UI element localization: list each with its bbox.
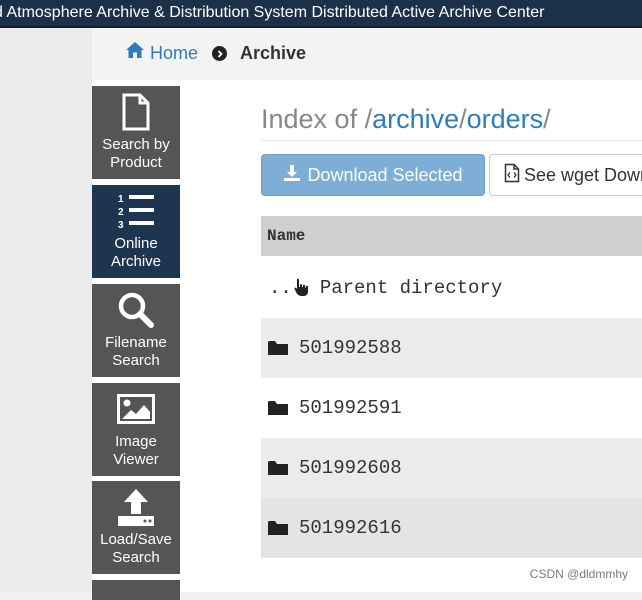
download-icon <box>283 164 301 187</box>
nav-item-partial[interactable] <box>92 580 180 600</box>
home-icon <box>125 41 145 65</box>
download-selected-label: Download Selected <box>307 164 463 185</box>
svg-text:3: 3 <box>118 220 124 230</box>
chevron-right-icon <box>212 46 227 61</box>
upload-icon <box>92 487 180 527</box>
watermark: CSDN @dldmmhy <box>529 567 628 581</box>
table-row[interactable]: 501992608 <box>261 438 642 498</box>
left-gutter <box>0 28 92 592</box>
numbered-list-icon: 1 2 3 <box>92 191 180 231</box>
nav-label: Image Viewer <box>113 433 159 468</box>
table-header-name[interactable]: Name <box>261 216 642 256</box>
parent-dots: .. <box>269 277 292 299</box>
folder-name: 501992608 <box>299 457 402 479</box>
see-wget-button[interactable]: See wget Down <box>489 154 642 196</box>
nav-search-by-product[interactable]: Search by Product <box>92 86 180 179</box>
folder-icon <box>268 340 288 356</box>
nav-label: Search by Product <box>102 136 170 171</box>
parent-directory-row[interactable]: .. Parent directory <box>261 258 642 318</box>
breadcrumb-home-label: Home <box>150 43 199 63</box>
breadcrumb: Home Archive <box>92 28 642 80</box>
nav-online-archive[interactable]: 1 2 3 Online Archive <box>92 185 180 278</box>
magnifier-icon <box>92 290 180 330</box>
folder-icon <box>268 520 288 536</box>
table-row[interactable]: 501992616 <box>261 498 642 558</box>
nav-image-viewer[interactable]: Image Viewer <box>92 383 180 476</box>
folder-name: 501992588 <box>299 337 402 359</box>
folder-name: 501992616 <box>299 517 402 539</box>
folder-icon <box>268 460 288 476</box>
svg-text:1: 1 <box>118 194 124 205</box>
page-title: Index of /archive/orders/ <box>261 104 551 134</box>
site-banner: d Atmosphere Archive & Distribution Syst… <box>0 0 642 28</box>
nav-label: Load/Save Search <box>100 531 172 566</box>
path-link-archive[interactable]: archive <box>372 104 459 134</box>
nav-label: Filename Search <box>105 334 167 369</box>
download-selected-button[interactable]: Download Selected <box>261 154 485 196</box>
parent-directory-label: Parent directory <box>319 277 503 299</box>
nav-load-save-search[interactable]: Load/Save Search <box>92 481 180 574</box>
see-wget-label: See wget Down <box>524 164 642 185</box>
image-icon <box>92 389 180 429</box>
breadcrumb-home-link[interactable]: Home <box>125 41 198 65</box>
nav-filename-search[interactable]: Filename Search <box>92 284 180 377</box>
svg-text:2: 2 <box>118 207 124 218</box>
folder-name: 501992591 <box>299 397 402 419</box>
path-link-orders[interactable]: orders <box>467 104 544 134</box>
divider <box>261 140 642 141</box>
folder-icon <box>268 400 288 416</box>
breadcrumb-current: Archive <box>240 43 307 63</box>
file-icon <box>92 92 180 132</box>
pointing-hand-icon <box>294 278 310 298</box>
nav-label: Online Archive <box>110 235 162 270</box>
table-row[interactable]: 501992591 <box>261 378 642 438</box>
code-file-icon <box>504 163 520 188</box>
site-banner-title: d Atmosphere Archive & Distribution Syst… <box>0 4 545 21</box>
table-row[interactable]: 501992588 <box>261 318 642 378</box>
